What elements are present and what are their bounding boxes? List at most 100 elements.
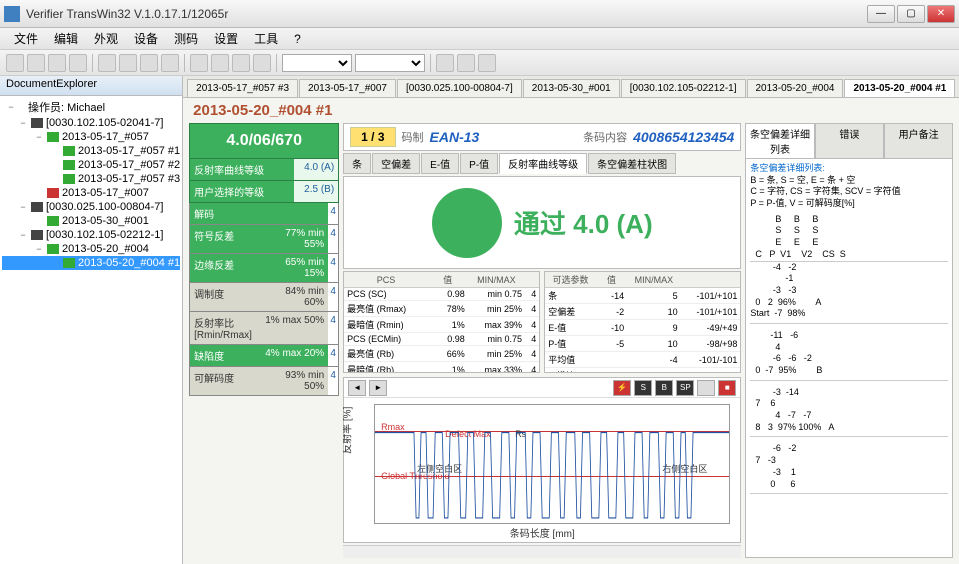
overall-score: 4.0/06/670 <box>189 123 339 159</box>
graph-tool-s[interactable]: S <box>634 380 652 396</box>
reflectance-curve <box>375 405 729 523</box>
analysis-subtab[interactable]: 空偏差 <box>372 153 420 174</box>
tb-report-icon[interactable] <box>253 54 271 72</box>
analysis-subtab[interactable]: 反射率曲线等级 <box>499 153 587 174</box>
graph-tool-warn-icon[interactable]: ■ <box>718 380 736 396</box>
maximize-button[interactable]: ▢ <box>897 5 925 23</box>
metric-row: 反射率比[Rmin/Rmax]1% max 50%4 <box>189 312 339 345</box>
detail-panel: 条空偏差详细列表错误用户备注 条空偏差详细列表:B = 条, S = 空, E … <box>745 123 953 558</box>
barcode-bars <box>375 523 729 524</box>
analysis-subtab[interactable]: 条 <box>343 153 371 174</box>
menu-scan[interactable]: 测码 <box>166 28 206 49</box>
grade-label-0: 反射率曲线等级 <box>190 159 294 180</box>
analysis-subtabs: 条空偏差E-值P-值反射率曲线等级条空偏差柱状图 <box>343 153 741 174</box>
doc-tab[interactable]: 2013-05-20_#004 <box>747 79 844 97</box>
tb-search-icon[interactable] <box>98 54 116 72</box>
detail-tabs: 条空偏差详细列表错误用户备注 <box>745 123 953 159</box>
content-value: 4008654123454 <box>633 129 734 145</box>
toolbar-sep <box>430 54 431 72</box>
pcs-table: PCS值MIN/MAXPCS (SC)0.98min 0.754最亮值 (Rma… <box>343 271 540 373</box>
menu-help[interactable]: ? <box>286 30 309 48</box>
graph-tool-extra-icon[interactable] <box>697 380 715 396</box>
grade-val-0: 4.0 (A) <box>294 159 338 180</box>
deviation-detail-list[interactable]: 条空偏差详细列表:B = 条, S = 空, E = 条 + 空C = 字符, … <box>745 159 953 558</box>
tb-folder2-icon[interactable] <box>190 54 208 72</box>
pass-text: 通过 4.0 (A) <box>514 204 653 241</box>
tb-scan-icon[interactable] <box>211 54 229 72</box>
doc-tab[interactable]: 2013-05-30_#001 <box>523 79 620 97</box>
menu-tools[interactable]: 工具 <box>246 28 286 49</box>
code-type-value: EAN-13 <box>430 129 480 145</box>
tb-folder-icon[interactable] <box>161 54 179 72</box>
metric-row: 可解码度93% min 50%4 <box>189 367 339 396</box>
tree-node[interactable]: 2013-05-30_#001 <box>2 214 180 228</box>
document-tabs: 2013-05-17_#057 #32013-05-17_#007[0030.0… <box>183 76 959 98</box>
tb-edit-icon[interactable] <box>436 54 454 72</box>
document-title: 2013-05-20_#004 #1 <box>183 98 959 123</box>
analysis-subtab[interactable]: E-值 <box>421 153 459 174</box>
tb-a-icon[interactable] <box>457 54 475 72</box>
menu-edit[interactable]: 编辑 <box>46 28 86 49</box>
tree-node[interactable]: −2013-05-17_#057 <box>2 130 180 144</box>
content-label: 条码内容 <box>583 129 627 145</box>
metric-row: 调制度84% min 60%4 <box>189 283 339 312</box>
graph-tool-red-icon[interactable]: ⚡ <box>613 380 631 396</box>
tb-zoom-icon[interactable] <box>119 54 137 72</box>
minimize-button[interactable]: — <box>867 5 895 23</box>
detail-tab[interactable]: 条空偏差详细列表 <box>745 123 814 159</box>
tree-node[interactable]: 2013-05-17_#057 #3 <box>2 172 180 186</box>
info-bar: 1 / 3 码制 EAN-13 条码内容 4008654123454 <box>343 123 741 151</box>
toolbar-sep <box>92 54 93 72</box>
tree-node[interactable]: −2013-05-20_#004 <box>2 242 180 256</box>
tb-print-icon[interactable] <box>69 54 87 72</box>
tb-config-icon[interactable] <box>232 54 250 72</box>
doc-tab[interactable]: 2013-05-17_#007 <box>299 79 396 97</box>
graph-prev-icon[interactable]: ◄ <box>348 380 366 396</box>
tree-node[interactable]: 2013-05-17_#057 #2 <box>2 158 180 172</box>
tree-node[interactable]: 2013-05-17_#007 <box>2 186 180 200</box>
graph-next-icon[interactable]: ► <box>369 380 387 396</box>
docex-tree[interactable]: −操作员: Michael−[0030.102.105-02041-7]−201… <box>0 96 182 564</box>
metric-row: 缺陷度4% max 20%4 <box>189 345 339 367</box>
tree-node[interactable]: 2013-05-20_#004 #1 <box>2 256 180 270</box>
tb-refresh-icon[interactable] <box>140 54 158 72</box>
tree-node[interactable]: −[0030.102.105-02041-7] <box>2 116 180 130</box>
detail-tab[interactable]: 用户备注 <box>884 123 953 159</box>
score-panel: 4.0/06/670 反射率曲线等级4.0 (A) 用户选择的等级2.5 (B)… <box>189 123 339 558</box>
analysis-subtab[interactable]: 条空偏差柱状图 <box>588 153 676 174</box>
pass-circle-icon <box>432 188 502 258</box>
menu-file[interactable]: 文件 <box>6 28 46 49</box>
graph-tool-b[interactable]: B <box>655 380 673 396</box>
doc-tab[interactable]: 2013-05-20_#004 #1 <box>844 79 955 97</box>
docex-header: DocumentExplorer <box>0 76 182 96</box>
content-scrollbar[interactable] <box>343 545 741 558</box>
menu-view[interactable]: 外观 <box>86 28 126 49</box>
detail-tab[interactable]: 错误 <box>815 123 884 159</box>
menu-settings[interactable]: 设置 <box>206 28 246 49</box>
pass-result-box: 通过 4.0 (A) <box>343 176 741 269</box>
doc-tab[interactable]: [0030.025.100-00804-7] <box>397 79 522 97</box>
menu-bar: 文件 编辑 外观 设备 测码 设置 工具 ? <box>0 28 959 50</box>
doc-tab[interactable]: 2013-05-17_#057 #3 <box>187 79 298 97</box>
menu-device[interactable]: 设备 <box>126 28 166 49</box>
graph-toolbar: ◄ ► ⚡ S B SP ■ <box>344 378 740 398</box>
reflectance-plot[interactable]: Rmax Defect Max Rs Global Threshold 左侧空白… <box>374 404 730 524</box>
graph-tool-sp[interactable]: SP <box>676 380 694 396</box>
close-button[interactable]: ✕ <box>927 5 955 23</box>
tb-b-icon[interactable] <box>478 54 496 72</box>
tree-node[interactable]: −[0030.025.100-00804-7] <box>2 200 180 214</box>
tree-node[interactable]: −[0030.102.105-02212-1] <box>2 228 180 242</box>
doc-tab[interactable]: [0030.102.105-02212-1] <box>621 79 746 97</box>
window-title: Verifier TransWin32 V.1.0.17.1/12065r <box>26 7 867 21</box>
tb-new-icon[interactable] <box>6 54 24 72</box>
optional-params-table: 可选参数值MIN/MAX条-145-101/+101空偏差-210-101/+1… <box>544 271 741 373</box>
toolbar-combo-2[interactable] <box>355 54 425 72</box>
tree-node[interactable]: −操作员: Michael <box>2 98 180 116</box>
analysis-subtab[interactable]: P-值 <box>460 153 498 174</box>
metric-row: 边缘反差65% min 15%4 <box>189 254 339 283</box>
tb-save-icon[interactable] <box>48 54 66 72</box>
document-explorer: DocumentExplorer −操作员: Michael−[0030.102… <box>0 76 183 564</box>
tree-node[interactable]: 2013-05-17_#057 #1 <box>2 144 180 158</box>
toolbar-combo-1[interactable] <box>282 54 352 72</box>
tb-open-icon[interactable] <box>27 54 45 72</box>
